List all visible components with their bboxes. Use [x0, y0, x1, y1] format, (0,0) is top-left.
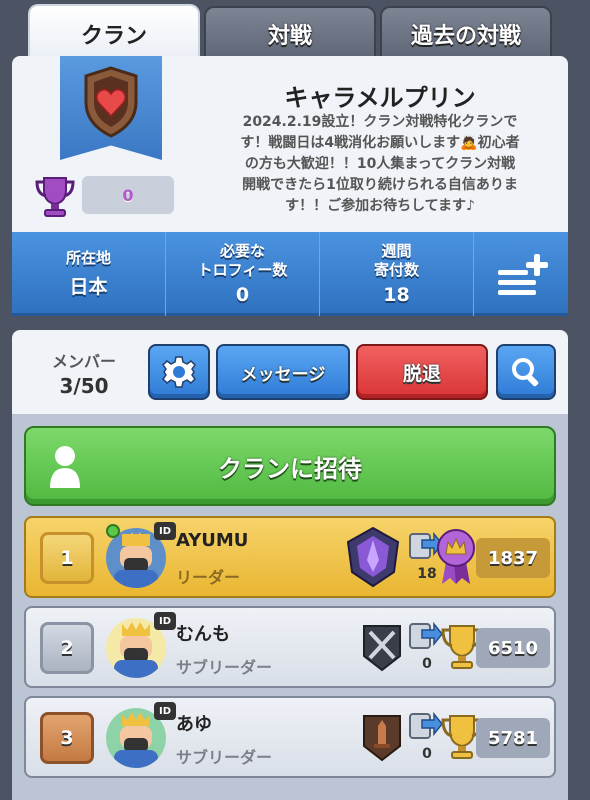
stat-location-value: 日本 — [69, 276, 108, 298]
purple-trophy-icon — [35, 177, 75, 217]
clan-description: 2024.2.19設立！クラン対戦特化クランで す！戦闘日は4戦消化お願いします… — [204, 112, 556, 217]
online-indicator — [106, 524, 120, 538]
member-row[interactable]: 1 ID AYUMU リーダー 18 1837 — [24, 516, 556, 598]
clan-description-line: す！！ご参加お待ちしてます♪ — [285, 198, 475, 214]
trophy-score: 6510 — [476, 628, 550, 668]
list-add-icon — [498, 254, 548, 295]
members-label: メンバー — [51, 352, 116, 371]
player-name: あゆ — [176, 714, 212, 735]
heart-crest-icon — [84, 66, 138, 138]
stat-weekly-donations: 週間 寄付数 18 — [320, 232, 474, 316]
stat-location: 所在地 日本 — [12, 232, 166, 316]
message-button[interactable]: メッセージ — [216, 344, 350, 400]
clan-description-line: 2024.2.19設立！クラン対戦特化クランで — [242, 114, 518, 130]
stat-location-label: 所在地 — [65, 249, 111, 267]
id-badge: ID — [154, 702, 176, 720]
player-role: サブリーダー — [176, 658, 273, 677]
rank-badge: 3 — [40, 712, 94, 764]
clan-name: キャラメルプリン — [284, 84, 476, 112]
rank-badge: 1 — [40, 532, 94, 584]
crown-medal-icon — [437, 529, 475, 584]
donation-count: 0 — [422, 656, 432, 672]
member-row[interactable]: 3 ID あゆ サブリーダー 0 5781 — [24, 696, 556, 778]
settings-button[interactable] — [148, 344, 210, 400]
donation-cards-icon — [409, 621, 442, 649]
clan-stats-bar: 所在地 日本 必要な トロフィー数 0 週間 寄付数 18 — [12, 232, 568, 316]
clan-description-line: 開戦できたら1位取り続けられる自信ありま — [242, 177, 518, 193]
trophy-score: 5781 — [476, 718, 550, 758]
donation-cards-icon — [409, 711, 442, 739]
clan-description-line: す！戦闘日は4戦消化お願いします🙇初心者 — [240, 135, 520, 151]
invite-to-clan-button[interactable]: クランに招待 — [24, 426, 556, 506]
stat-donations-label-2: 寄付数 — [373, 261, 419, 279]
id-badge: ID — [154, 612, 176, 630]
search-icon — [512, 358, 539, 387]
stat-donations-value: 18 — [383, 284, 410, 306]
tab-past-battles[interactable]: 過去の対戦 — [380, 6, 552, 60]
player-name: AYUMU — [176, 530, 249, 551]
add-list-button[interactable] — [476, 232, 568, 316]
tab-battle[interactable]: 対戦 — [204, 6, 376, 60]
league-crystal-icon — [346, 526, 400, 588]
invite-label: クランに招待 — [218, 454, 362, 483]
search-button[interactable] — [496, 344, 556, 400]
rank-badge: 2 — [40, 622, 94, 674]
crossed-swords-icon — [363, 625, 401, 672]
member-list: クランに招待 1 ID AYUMU リーダー 18 1837 2 ID むんも … — [12, 414, 568, 800]
clan-trophy-count: 0 — [82, 176, 174, 214]
stat-required-trophies: 必要な トロフィー数 0 — [166, 232, 320, 316]
tab-clan[interactable]: クラン — [28, 4, 200, 62]
sword-shield-icon — [363, 715, 401, 762]
clan-description-line: の方も大歓迎！！10人集まってクラン対戦 — [244, 156, 516, 172]
person-icon — [50, 446, 80, 488]
tab-bar: クラン 対戦 過去の対戦 — [0, 0, 590, 62]
member-actions-panel: メンバー 3/50 メッセージ 脱退 — [12, 330, 568, 414]
stat-required-label-2: トロフィー数 — [197, 261, 288, 279]
clan-info-panel: 0 キャラメルプリン 2024.2.19設立！クラン対戦特化クランで す！戦闘日… — [12, 56, 568, 232]
trophy-score: 1837 — [476, 538, 550, 578]
stat-required-value: 0 — [235, 284, 250, 306]
gear-icon — [162, 356, 196, 388]
player-name: むんも — [176, 624, 230, 645]
members-count: 3/50 — [59, 374, 109, 398]
stat-required-label-1: 必要な — [219, 242, 265, 260]
leave-button[interactable]: 脱退 — [356, 344, 488, 400]
donation-count: 0 — [422, 746, 432, 762]
clan-trophy-area: 0 — [34, 174, 184, 218]
member-row[interactable]: 2 ID むんも サブリーダー 0 6510 — [24, 606, 556, 688]
player-role: サブリーダー — [176, 748, 273, 767]
id-badge: ID — [154, 522, 176, 540]
stat-donations-label-1: 週間 — [381, 242, 412, 260]
player-role: リーダー — [176, 568, 241, 587]
